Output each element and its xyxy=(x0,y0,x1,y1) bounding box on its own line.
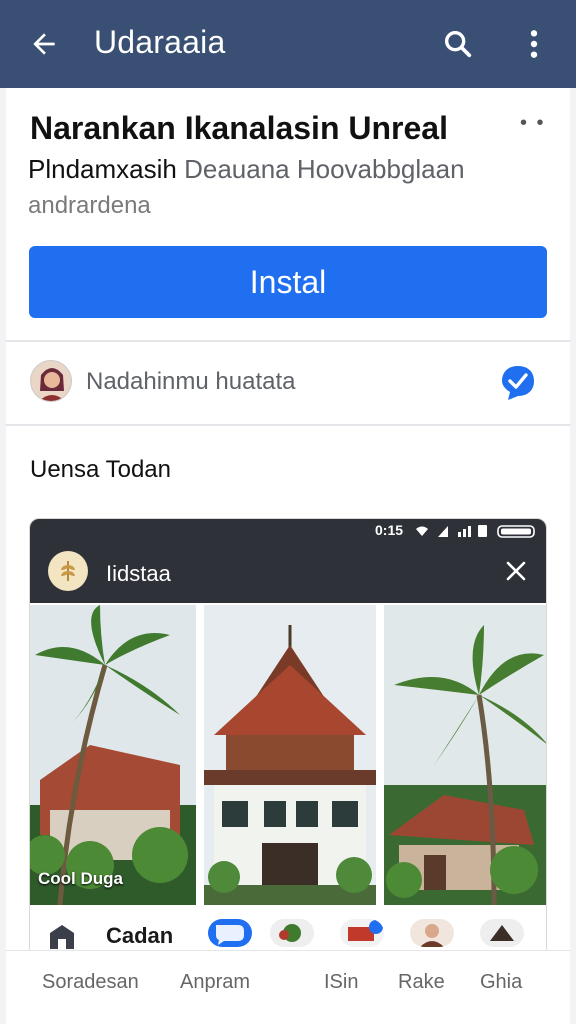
developer-line: Plndamxasih Deauana Hoovabbglaan xyxy=(28,154,465,185)
more-vert-icon[interactable] xyxy=(512,22,556,66)
close-icon[interactable] xyxy=(500,555,532,587)
tab-3[interactable]: ISin xyxy=(324,971,358,994)
status-icons xyxy=(416,525,535,538)
section-title: Uensa Todan xyxy=(30,456,171,483)
back-arrow-icon[interactable] xyxy=(22,22,66,66)
app-subtitle: andrardena xyxy=(28,192,151,219)
app-category: Deauana Hoovabbglaan xyxy=(184,154,465,184)
message-icon[interactable] xyxy=(208,919,252,947)
tab-4[interactable]: Rake xyxy=(398,971,445,994)
hat-thumbnail-icon[interactable] xyxy=(480,919,524,947)
preview-title: Iidstaa xyxy=(106,561,171,586)
overflow-dots-icon[interactable]: • • xyxy=(520,112,546,135)
person-thumbnail-icon[interactable] xyxy=(410,919,454,947)
app-bar: Udaraaia xyxy=(0,0,576,88)
verified-check-icon xyxy=(498,362,538,402)
preview-header: Iidstaa xyxy=(30,543,546,603)
app-detail-sheet: Narankan Ikanalasin Unreal • • Plndamxas… xyxy=(6,88,570,1024)
divider xyxy=(6,340,570,342)
reviewer-name: Nadahinmu huatata xyxy=(86,368,296,395)
developer-name[interactable]: Plndamxasih xyxy=(28,154,177,184)
photo-tile[interactable]: Cool Duga xyxy=(30,605,196,905)
photo-tile[interactable] xyxy=(384,605,546,905)
install-button[interactable]: Instal xyxy=(29,246,547,318)
tab-2[interactable]: Anpram xyxy=(180,971,250,994)
tab-5[interactable]: Ghia xyxy=(480,971,522,994)
badge-thumbnail-icon[interactable] xyxy=(340,919,384,947)
app-bar-title: Udaraaia xyxy=(94,24,226,60)
avatar[interactable] xyxy=(30,360,72,402)
home-icon[interactable] xyxy=(48,923,88,951)
search-icon[interactable] xyxy=(436,22,480,66)
app-name: Narankan Ikanalasin Unreal xyxy=(30,110,448,146)
divider xyxy=(6,424,570,426)
bottom-tab-bar: Soradesan Anpram ISin Rake Ghia xyxy=(6,950,570,1010)
status-time: 0:15 xyxy=(375,522,404,538)
preview-bottom-name: Cadan xyxy=(106,923,174,948)
photo-caption: Cool Duga xyxy=(38,869,123,888)
photo-tile[interactable] xyxy=(204,605,376,905)
preview-status-bar: 0:15 xyxy=(30,519,546,543)
tab-1[interactable]: Soradesan xyxy=(42,971,139,994)
screenshot-preview[interactable]: 0:15 Iidstaa Cool Duga Cadan xyxy=(29,518,547,958)
plant-thumbnail-icon[interactable] xyxy=(270,919,314,947)
wheat-logo-icon xyxy=(48,551,88,591)
